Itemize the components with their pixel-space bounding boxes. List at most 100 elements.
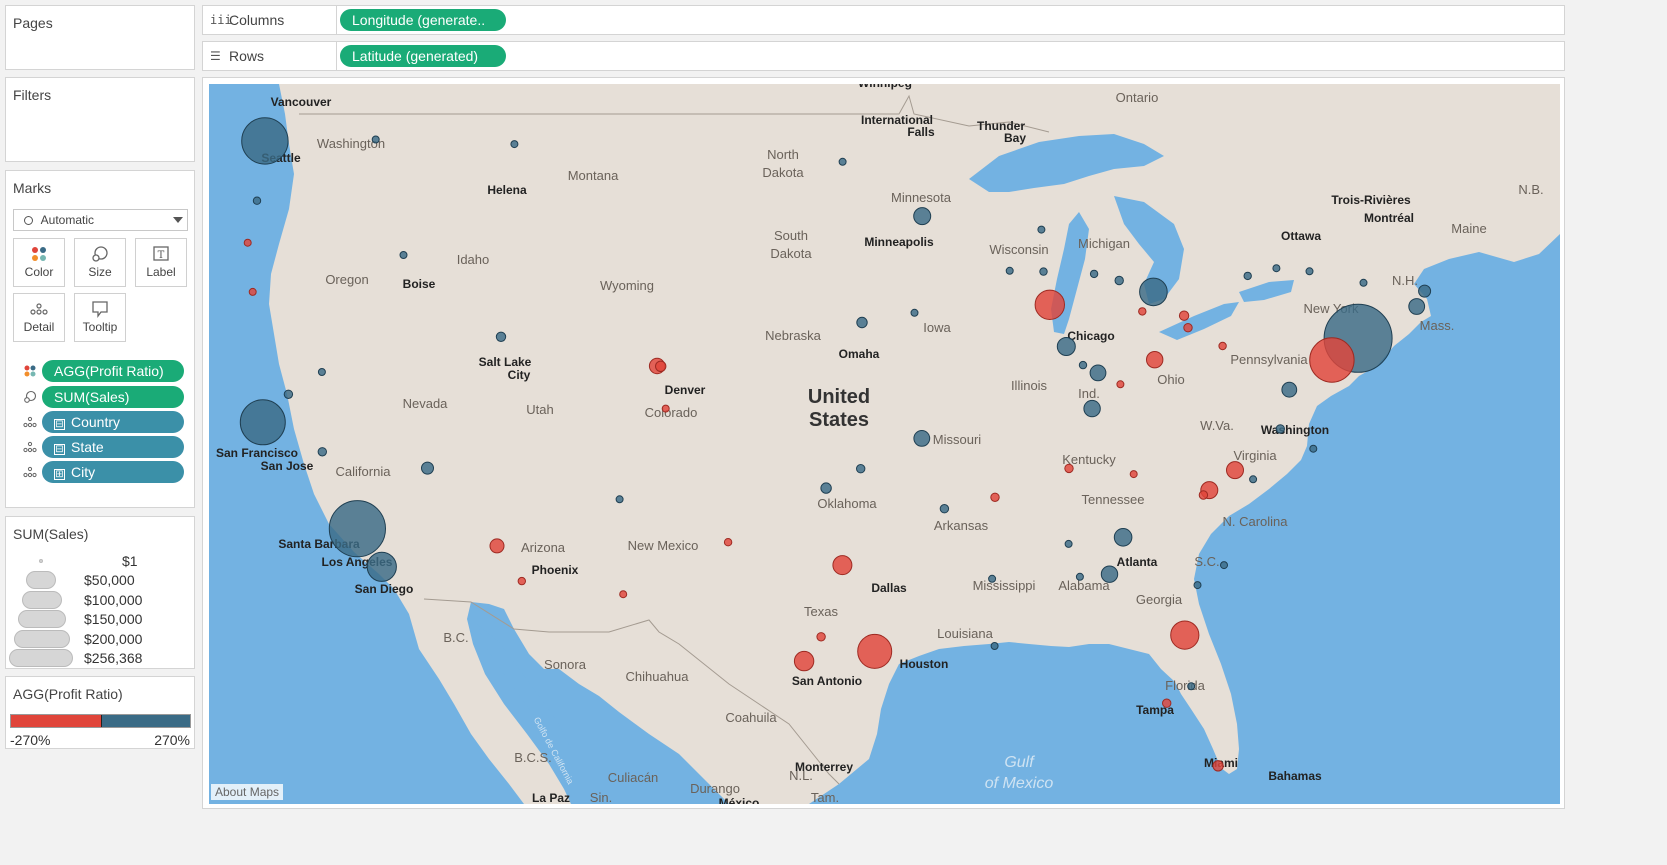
city-mark[interactable]	[1408, 298, 1426, 315]
city-mark[interactable]	[328, 500, 386, 558]
city-mark[interactable]	[239, 399, 286, 446]
city-mark[interactable]	[1275, 424, 1286, 434]
city-mark[interactable]	[421, 461, 434, 475]
city-mark[interactable]	[1075, 572, 1084, 581]
city-mark[interactable]	[510, 140, 519, 149]
city-mark[interactable]	[366, 551, 397, 582]
city-mark[interactable]	[820, 482, 832, 494]
city-mark[interactable]	[856, 464, 866, 474]
city-pill[interactable]: ⊞ City	[42, 461, 184, 483]
city-mark[interactable]	[1037, 225, 1046, 234]
city-mark[interactable]	[1309, 337, 1355, 383]
pages-card[interactable]: Pages	[5, 5, 195, 70]
city-mark[interactable]	[913, 207, 932, 226]
city-mark[interactable]	[243, 238, 252, 247]
city-mark[interactable]	[1243, 271, 1252, 281]
city-mark[interactable]	[1100, 565, 1119, 583]
city-mark[interactable]	[615, 495, 624, 504]
city-mark[interactable]	[1178, 310, 1190, 321]
city-mark[interactable]	[1113, 528, 1133, 547]
city-mark[interactable]	[1114, 275, 1124, 286]
color-ramp[interactable]	[10, 714, 191, 728]
city-mark[interactable]	[655, 360, 667, 372]
city-mark[interactable]	[913, 430, 931, 447]
city-mark[interactable]	[838, 157, 847, 166]
city-mark[interactable]	[1139, 277, 1168, 307]
tooltip-button[interactable]: Tooltip	[74, 293, 126, 342]
city-mark[interactable]	[1309, 444, 1318, 453]
city-mark[interactable]	[248, 287, 257, 296]
country-pill[interactable]: ⊟ Country	[42, 411, 184, 433]
profit-ratio-pill[interactable]: AGG(Profit Ratio)	[42, 360, 184, 382]
city-mark[interactable]	[1212, 760, 1224, 772]
collapse-icon[interactable]: ⊟	[54, 419, 65, 430]
city-mark[interactable]	[1272, 264, 1281, 273]
city-mark[interactable]	[816, 632, 826, 642]
color-button[interactable]: Color	[13, 238, 65, 287]
city-mark[interactable]	[939, 504, 950, 514]
city-mark[interactable]	[1064, 539, 1073, 548]
collapse-icon[interactable]: ⊟	[54, 444, 65, 455]
city-mark[interactable]	[1039, 267, 1048, 276]
city-mark[interactable]	[1064, 463, 1074, 474]
city-mark[interactable]	[1193, 581, 1202, 590]
city-mark[interactable]	[988, 574, 997, 583]
city-mark[interactable]	[910, 308, 919, 317]
latitude-pill[interactable]: Latitude (generated)	[340, 45, 506, 67]
city-mark[interactable]	[1220, 561, 1228, 570]
state-pill[interactable]: ⊟ State	[42, 436, 184, 458]
city-mark[interactable]	[1116, 380, 1125, 389]
city-mark[interactable]	[1078, 360, 1088, 370]
city-mark[interactable]	[1083, 399, 1101, 418]
map-canvas[interactable]: VancouverWashingtonSeattleHelenaMontanaN…	[209, 84, 1560, 804]
city-mark[interactable]	[371, 135, 380, 144]
city-mark[interactable]	[1170, 620, 1200, 650]
expand-icon[interactable]: ⊞	[54, 469, 65, 480]
city-mark[interactable]	[283, 389, 294, 399]
city-mark[interactable]	[1138, 307, 1147, 316]
city-mark[interactable]	[317, 368, 326, 376]
city-mark[interactable]	[1005, 266, 1014, 275]
columns-shelf[interactable]: iii Columns Longitude (generate..	[202, 5, 1565, 35]
city-mark[interactable]	[723, 538, 733, 547]
city-mark[interactable]	[857, 633, 893, 669]
city-mark[interactable]	[252, 196, 262, 205]
city-mark[interactable]	[489, 538, 505, 554]
city-mark[interactable]	[990, 642, 999, 650]
city-mark[interactable]	[1218, 341, 1227, 351]
size-button[interactable]: Size	[74, 238, 126, 287]
city-mark[interactable]	[1129, 470, 1138, 479]
city-mark[interactable]	[1281, 381, 1298, 398]
city-mark[interactable]	[517, 576, 526, 586]
city-mark[interactable]	[1418, 284, 1432, 298]
city-mark[interactable]	[1226, 461, 1244, 480]
city-mark[interactable]	[856, 316, 868, 329]
longitude-pill[interactable]: Longitude (generate..	[340, 9, 506, 31]
city-mark[interactable]	[1305, 267, 1314, 276]
city-mark[interactable]	[832, 555, 853, 576]
city-mark[interactable]	[1146, 351, 1164, 369]
city-mark[interactable]	[619, 590, 628, 599]
city-mark[interactable]	[1359, 278, 1368, 287]
city-mark[interactable]	[1187, 682, 1196, 691]
map-view[interactable]: VancouverWashingtonSeattleHelenaMontanaN…	[202, 77, 1565, 809]
rows-shelf[interactable]: ☰ Rows Latitude (generated)	[202, 41, 1565, 71]
city-mark[interactable]	[1162, 698, 1172, 708]
city-mark[interactable]	[1056, 337, 1076, 356]
city-mark[interactable]	[1249, 475, 1258, 484]
about-maps-link[interactable]: About Maps	[211, 784, 284, 800]
city-mark[interactable]	[793, 650, 815, 672]
sales-pill[interactable]: SUM(Sales)	[42, 386, 184, 408]
detail-button[interactable]: Detail	[13, 293, 65, 342]
city-mark[interactable]	[1198, 490, 1209, 500]
city-mark[interactable]	[1089, 364, 1107, 382]
city-mark[interactable]	[495, 331, 507, 343]
label-button[interactable]: T Label	[135, 238, 187, 287]
city-mark[interactable]	[317, 447, 328, 457]
filters-card[interactable]: Filters	[5, 77, 195, 162]
mark-type-dropdown[interactable]: Automatic	[13, 209, 188, 231]
city-mark[interactable]	[1183, 323, 1193, 333]
city-mark[interactable]	[990, 492, 1000, 502]
city-mark[interactable]	[1034, 289, 1065, 321]
city-mark[interactable]	[661, 404, 670, 413]
